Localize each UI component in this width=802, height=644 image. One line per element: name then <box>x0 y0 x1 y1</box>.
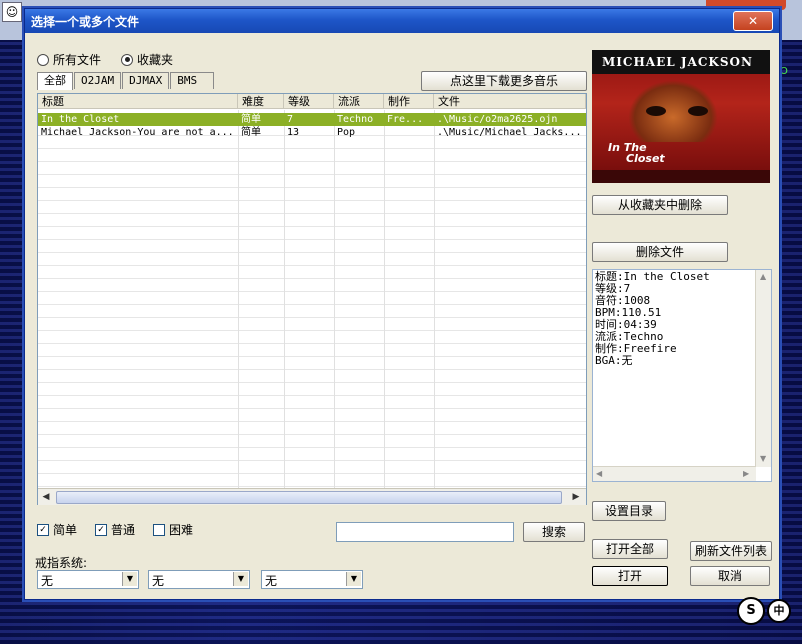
dialog-title: 选择一个或多个文件 <box>31 15 140 29</box>
table-row[interactable]: Michael Jackson-You are not a... 简单 13 P… <box>38 126 586 139</box>
cell-genre: Pop <box>337 127 356 138</box>
cell-difficulty: 简单 <box>241 114 261 125</box>
list-horizontal-scrollbar[interactable]: ◀ ▶ <box>38 488 586 505</box>
cover-eye-art <box>688 106 708 116</box>
info-horizontal-scrollbar[interactable]: ◀ ▶ <box>593 466 756 481</box>
radio-all-files[interactable]: 所有文件 <box>37 51 101 68</box>
ring-select-2[interactable]: 无 ▼ <box>148 570 250 589</box>
checkbox-hard[interactable]: 困难 <box>153 521 193 538</box>
checkbox-normal[interactable]: ✓ 普通 <box>95 521 135 538</box>
info-vertical-scrollbar[interactable]: ▲ ▼ <box>755 270 771 467</box>
ring-select-2-value: 无 <box>152 574 165 588</box>
cell-level: 7 <box>287 114 294 125</box>
remove-from-favorites-button[interactable]: 从收藏夹中删除 <box>592 195 728 215</box>
album-cover-image: MICHAEL JACKSON In The Closet <box>592 50 770 183</box>
cell-title: Michael Jackson-You are not a... <box>41 127 234 138</box>
table-row[interactable]: In the Closet 简单 7 Techno Fre... .\Music… <box>38 113 586 126</box>
column-header-difficulty[interactable]: 难度 <box>238 94 284 109</box>
cancel-button[interactable]: 取消 <box>690 566 770 586</box>
set-directory-button[interactable]: 设置目录 <box>592 501 666 521</box>
song-list: 标题 难度 等级 流派 制作 文件 In the Closet 简单 7 Tec… <box>37 93 587 505</box>
checkbox-easy-label: 简单 <box>53 523 78 537</box>
refresh-file-list-button[interactable]: 刷新文件列表 <box>690 541 772 561</box>
column-header-level[interactable]: 等级 <box>284 94 334 109</box>
open-all-button[interactable]: 打开全部 <box>592 539 668 559</box>
cell-level: 13 <box>287 127 300 138</box>
cell-file: .\Music/Michael Jacks... <box>437 127 582 138</box>
column-divider <box>238 110 239 488</box>
info-bga: BGA:无 <box>595 354 633 367</box>
column-header-maker[interactable]: 制作 <box>384 94 434 109</box>
radio-favorites[interactable]: 收藏夹 <box>121 51 173 68</box>
checkbox-hard-box[interactable] <box>153 523 165 536</box>
radio-all-files-label: 所有文件 <box>53 53 102 67</box>
scroll-right-icon[interactable]: ▶ <box>743 469 749 478</box>
list-gridlines <box>38 110 586 488</box>
song-info-panel: 标题:In the Closet 等级:7 音符:1008 BPM:110.51… <box>592 269 772 482</box>
ime-chinese-icon[interactable]: 中 <box>767 599 791 623</box>
cell-genre: Techno <box>337 114 374 125</box>
ring-select-1-value: 无 <box>41 574 54 588</box>
radio-all-files-dot[interactable] <box>37 53 49 66</box>
cell-maker: Fre... <box>387 114 424 125</box>
ring-system-label: 戒指系统: <box>35 556 88 570</box>
radio-favorites-label: 收藏夹 <box>137 53 174 67</box>
ring-select-3[interactable]: 无 ▼ <box>261 570 363 589</box>
chevron-down-icon[interactable]: ▼ <box>122 572 137 586</box>
checkbox-normal-label: 普通 <box>111 523 136 537</box>
column-header-file[interactable]: 文件 <box>434 94 586 109</box>
dialog-titlebar: 选择一个或多个文件 ✕ <box>25 9 779 33</box>
radio-favorites-dot[interactable] <box>121 53 133 66</box>
column-divider <box>384 110 385 488</box>
ring-select-3-value: 无 <box>265 574 278 588</box>
search-button[interactable]: 搜索 <box>523 522 585 542</box>
tab-all[interactable]: 全部 <box>37 72 73 90</box>
cover-song-line2: Closet <box>626 152 665 165</box>
scroll-thumb[interactable] <box>56 491 562 504</box>
cover-eye-art <box>646 106 666 116</box>
tab-djmax[interactable]: DJMAX <box>122 72 170 89</box>
background-side-text: O <box>780 66 788 77</box>
column-header-title[interactable]: 标题 <box>38 94 238 109</box>
tab-o2jam[interactable]: O2JAM <box>74 72 122 89</box>
scroll-left-icon[interactable]: ◀ <box>40 491 52 503</box>
open-button[interactable]: 打开 <box>592 566 668 586</box>
song-list-header: 标题 难度 等级 流派 制作 文件 <box>38 94 586 110</box>
column-divider <box>434 110 435 488</box>
file-select-dialog: 选择一个或多个文件 ✕ 所有文件 收藏夹 全部 O2JAM DJMAX BMS … <box>24 8 780 600</box>
scroll-right-icon[interactable]: ▶ <box>570 491 582 503</box>
delete-file-button[interactable]: 删除文件 <box>592 242 728 262</box>
chevron-down-icon[interactable]: ▼ <box>233 572 248 586</box>
column-divider <box>284 110 285 488</box>
close-icon[interactable]: ✕ <box>733 11 773 31</box>
scroll-up-icon[interactable]: ▲ <box>760 272 766 281</box>
ring-select-1[interactable]: 无 ▼ <box>37 570 139 589</box>
cover-song-title: In The Closet <box>608 142 665 164</box>
chevron-down-icon[interactable]: ▼ <box>346 572 361 586</box>
download-more-music-button[interactable]: 点这里下载更多音乐 <box>421 71 587 91</box>
search-input[interactable] <box>336 522 514 542</box>
app-avatar-icon: ☺ <box>2 2 22 22</box>
cell-title: In the Closet <box>41 114 120 125</box>
checkbox-easy-box[interactable]: ✓ <box>37 523 49 536</box>
checkbox-normal-box[interactable]: ✓ <box>95 523 107 536</box>
sogou-s-icon[interactable]: S <box>737 597 765 625</box>
cell-maker <box>384 126 434 139</box>
scroll-down-icon[interactable]: ▼ <box>760 454 766 463</box>
checkbox-easy[interactable]: ✓ 简单 <box>37 521 77 538</box>
cell-file: .\Music/o2ma2625.ojn <box>437 114 558 125</box>
cover-footer <box>592 170 770 183</box>
checkbox-hard-label: 困难 <box>169 523 194 537</box>
tab-bms[interactable]: BMS <box>170 72 215 89</box>
column-divider <box>334 110 335 488</box>
cover-brand-text: MICHAEL JACKSON <box>602 55 753 69</box>
scroll-left-icon[interactable]: ◀ <box>596 469 602 478</box>
source-tabs: 全部 O2JAM DJMAX BMS <box>37 72 215 90</box>
cover-banner: MICHAEL JACKSON <box>592 50 770 74</box>
cell-difficulty: 简单 <box>241 127 261 138</box>
column-header-genre[interactable]: 流派 <box>334 94 384 109</box>
